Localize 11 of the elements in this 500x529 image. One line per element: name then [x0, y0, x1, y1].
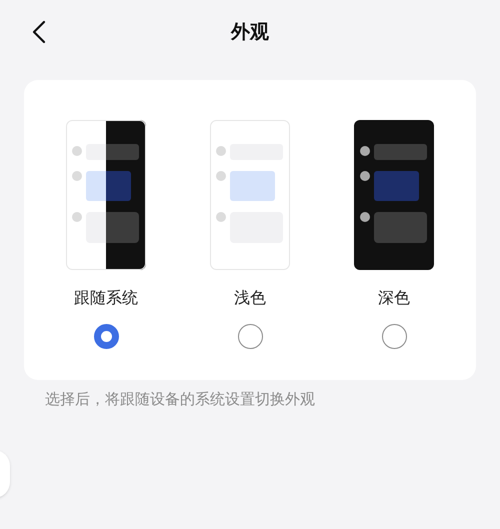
radio-button[interactable] [94, 324, 118, 349]
back-icon [32, 20, 46, 44]
option-label: 跟随系统 [74, 287, 138, 309]
radio-button[interactable] [382, 324, 406, 349]
hint-text: 选择后，将跟随设备的系统设置切换外观 [45, 389, 316, 410]
page-title: 外观 [231, 20, 269, 45]
option-label: 浅色 [234, 287, 266, 309]
theme-preview[interactable] [66, 120, 146, 270]
radio-button[interactable] [238, 324, 262, 349]
option-label: 深色 [378, 287, 410, 309]
theme-preview[interactable] [354, 120, 434, 270]
